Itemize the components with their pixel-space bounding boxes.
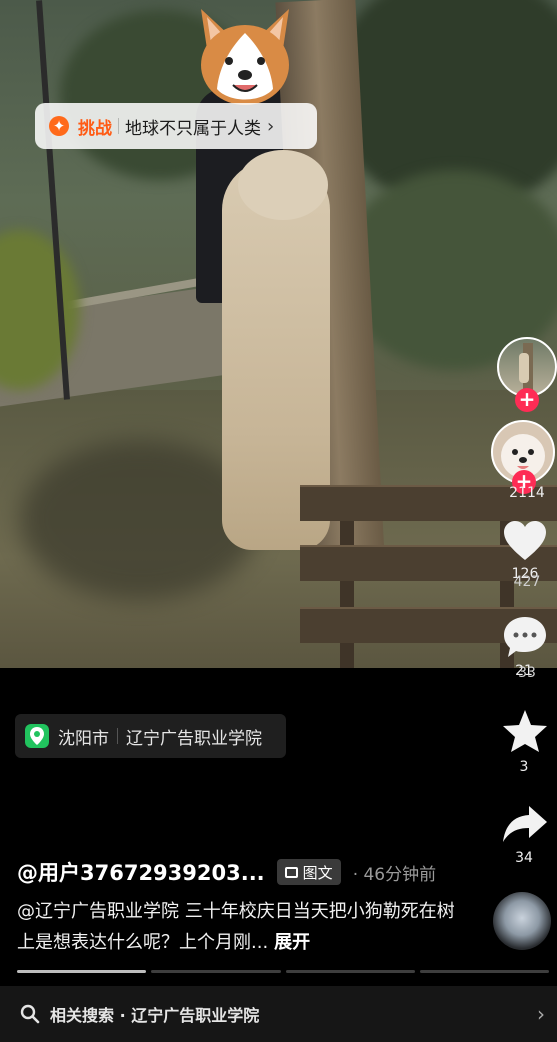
- search-icon: [20, 1004, 40, 1024]
- progress-segment: [285, 970, 415, 973]
- shares-count: 34: [515, 850, 533, 866]
- image-post-icon: [284, 866, 298, 878]
- challenge-badge-icon: ✦: [49, 116, 69, 136]
- image-progress-bar: [17, 970, 549, 974]
- challenge-title: 地球不只属于人类: [125, 118, 261, 139]
- post-time: · 46分钟前: [352, 864, 437, 885]
- comments-count-overlay: 33: [518, 665, 536, 681]
- dog-head: [238, 150, 328, 220]
- like-heart-icon[interactable]: [502, 520, 548, 562]
- related-search-bar[interactable]: 相关搜索 · 辽宁广告职业学院 ›: [0, 986, 557, 1042]
- related-search-text: 相关搜索 · 辽宁广告职业学院: [50, 1006, 260, 1025]
- chevron-right-icon: ›: [267, 115, 275, 137]
- likes-count-overlay: 427: [513, 574, 541, 590]
- profile-count: 2114: [509, 485, 545, 501]
- caption-text: @辽宁广告职业学院 三十年校庆日当天把小狗勒死在树上是想表达什么呢？上个月刚..…: [17, 901, 455, 953]
- location-divider: [117, 728, 118, 744]
- comment-icon[interactable]: [502, 615, 548, 659]
- author-name[interactable]: @用户37672939203...: [17, 857, 265, 887]
- follow-creator-button[interactable]: +: [515, 388, 539, 412]
- favorites-count: 3: [519, 759, 529, 775]
- expand-caption-button[interactable]: 展开: [274, 932, 310, 953]
- share-arrow-icon[interactable]: [501, 804, 549, 844]
- post-type-badge: 图文: [276, 859, 341, 885]
- post-photo[interactable]: [0, 0, 557, 668]
- location-pill[interactable]: 沈阳市 辽宁广告职业学院: [15, 714, 286, 758]
- challenge-tag: 挑战: [78, 118, 112, 139]
- author-row: @用户37672939203... 图文 · 46分钟前: [17, 855, 436, 889]
- challenge-pill[interactable]: ✦ 挑战 地球不只属于人类 ›: [35, 103, 317, 149]
- chevron-right-icon: ›: [537, 1002, 545, 1026]
- corgi-face-sticker: [201, 9, 289, 105]
- music-disc-icon[interactable]: [493, 892, 551, 950]
- post-caption[interactable]: @辽宁广告职业学院 三十年校庆日当天把小狗勒死在树上是想表达什么呢？上个月刚..…: [17, 896, 457, 958]
- location-city: 沈阳市: [58, 728, 109, 749]
- location-place: 辽宁广告职业学院: [126, 728, 262, 749]
- progress-segment: [17, 970, 147, 973]
- progress-segment: [419, 970, 549, 973]
- progress-segment: [151, 970, 281, 973]
- challenge-divider: [118, 118, 119, 134]
- post-type-label: 图文: [302, 863, 333, 882]
- favorite-star-icon[interactable]: [501, 708, 549, 754]
- location-pin-icon: [25, 724, 49, 748]
